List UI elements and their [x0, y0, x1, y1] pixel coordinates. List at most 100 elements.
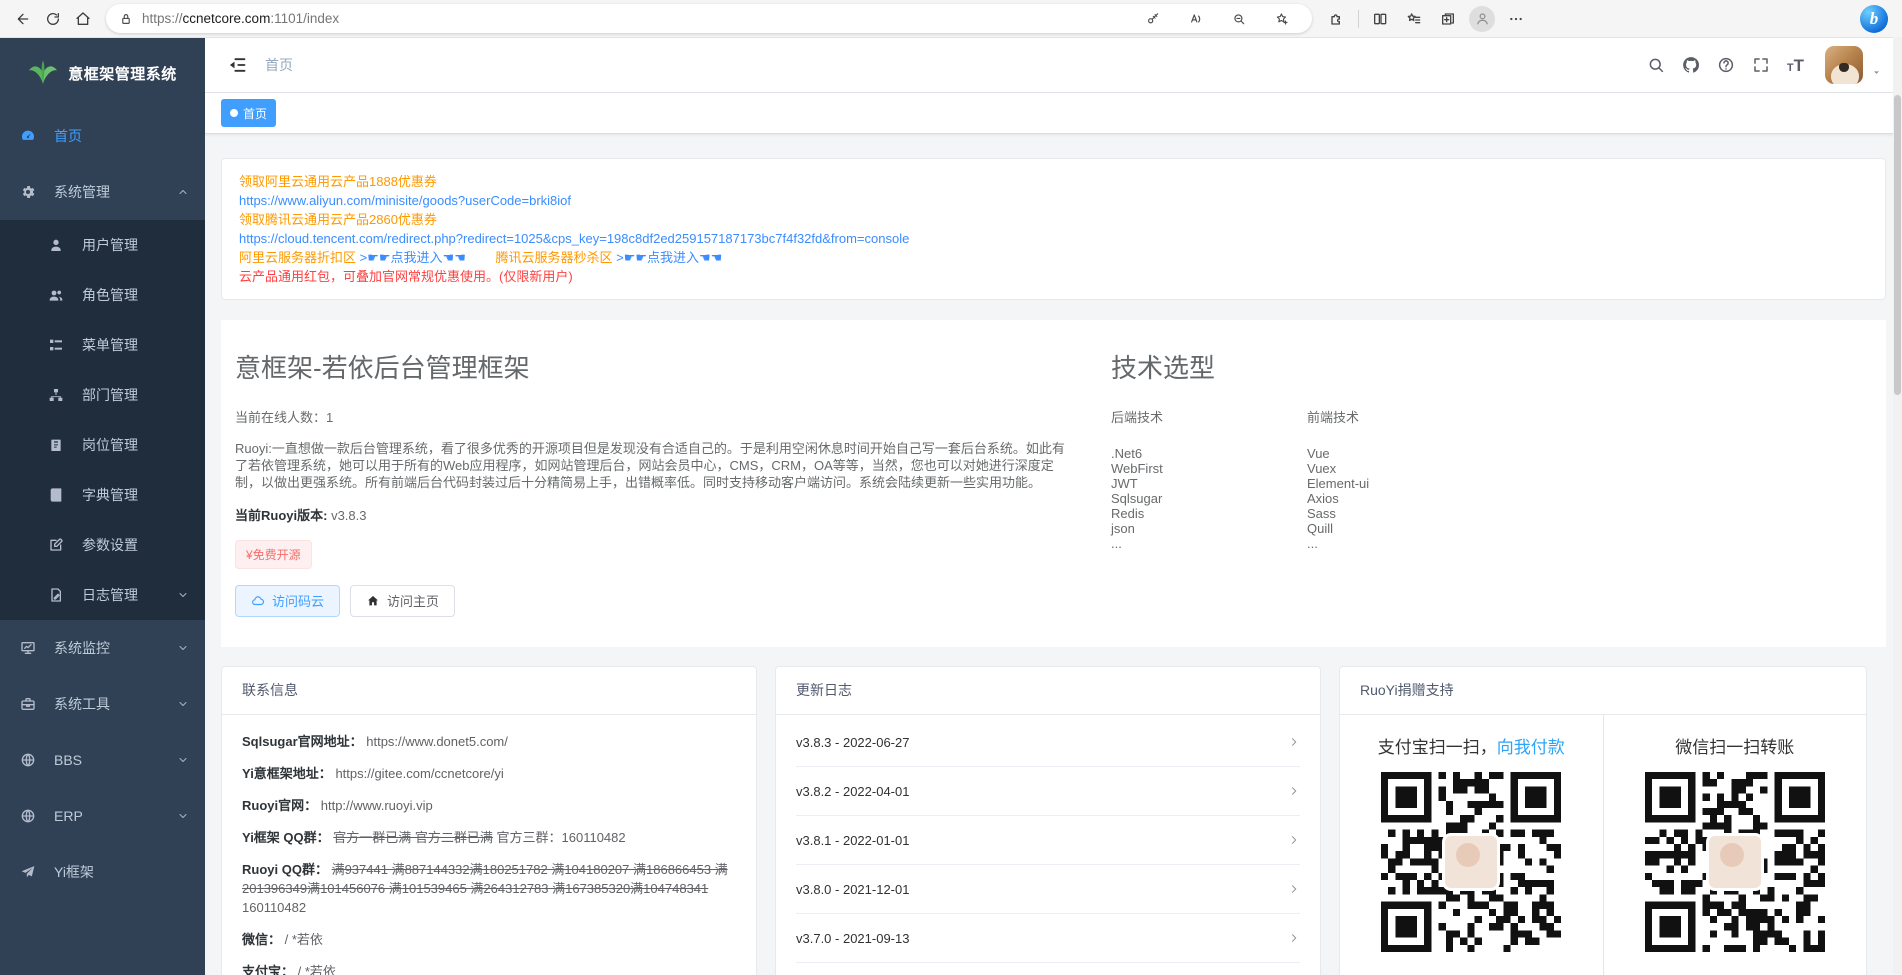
chevron-down-icon: [177, 642, 189, 654]
user-icon: [48, 237, 72, 253]
github-icon[interactable]: [1682, 56, 1700, 74]
contact-row: Yi框架 QQ群： 官方一群已满 官方二群已满 官方三群：160110482: [242, 828, 736, 847]
tab-home[interactable]: 首页: [221, 99, 276, 127]
chevron-down-icon: [177, 810, 189, 822]
backend-tech-column: 后端技术 .Net6 WebFirst JWT Sqlsugar Redis j…: [1111, 407, 1307, 551]
changelog-item[interactable]: v3.7.0 - 2021-09-13: [796, 914, 1300, 963]
sidebar-item-params[interactable]: 参数设置: [0, 520, 205, 570]
question-icon[interactable]: [1717, 56, 1735, 74]
sidebar-item-departments[interactable]: 部门管理: [0, 370, 205, 420]
sidebar-item-label: 用户管理: [82, 235, 138, 255]
chevron-down-icon: [177, 698, 189, 710]
zoom-out-icon[interactable]: [1225, 5, 1253, 33]
sidebar-item-erp[interactable]: ERP: [0, 788, 205, 844]
sidebar-item-system-admin[interactable]: 系统管理: [0, 164, 205, 220]
alipay-qr-code: [1381, 772, 1561, 952]
notice-link[interactable]: https://www.aliyun.com/minisite/goods?us…: [239, 191, 1868, 210]
sidebar-item-logs[interactable]: 日志管理: [0, 570, 205, 620]
lock-icon[interactable]: [119, 12, 133, 26]
sidebar-item-roles[interactable]: 角色管理: [0, 270, 205, 320]
monitor-icon: [20, 640, 44, 656]
sidebar-item-label: 字典管理: [82, 485, 138, 505]
sidebar-item-menus[interactable]: 菜单管理: [0, 320, 205, 370]
sidebar-fold-icon[interactable]: [227, 55, 247, 75]
app-logo[interactable]: 意框架管理系统: [0, 38, 205, 108]
enter-link[interactable]: >☛☛点我进入☚☚: [360, 250, 466, 265]
free-open-source-tag: ¥免费开源: [235, 540, 312, 569]
profile-icon: [1469, 6, 1495, 32]
user-avatar-menu[interactable]: [1825, 46, 1882, 84]
back-icon[interactable]: [8, 4, 38, 34]
add-favorite-icon[interactable]: [1268, 5, 1296, 33]
contact-row: Ruoyi QQ群： 满937441 满887144332满180251782 …: [242, 860, 736, 917]
notice-line: 阿里云服务器折扣区 >☛☛点我进入☚☚ 腾讯云服务器秒杀区 >☛☛点我进入☚☚: [239, 248, 1868, 267]
breadcrumb: 首页: [265, 55, 293, 75]
chevron-right-icon: [1288, 883, 1300, 895]
app-frame: 意框架管理系统 首页 系统管理 用户管理 角色管理: [0, 38, 1902, 975]
sidebar-item-dict[interactable]: 字典管理: [0, 470, 205, 520]
chevron-down-icon: [177, 589, 189, 601]
changelog-card-title: 更新日志: [776, 667, 1320, 715]
house-icon: [366, 594, 380, 608]
address-bar[interactable]: https://ccnetcore.com:1101/index: [106, 4, 1312, 33]
more-icon[interactable]: [1502, 5, 1530, 33]
page-scrollbar[interactable]: [1893, 37, 1902, 974]
alipay-caption: 支付宝扫一扫，向我付款: [1340, 733, 1603, 758]
browser-toolbar: https://ccnetcore.com:1101/index b: [0, 0, 1902, 38]
badge-icon: [48, 437, 72, 453]
split-screen-icon[interactable]: [1366, 5, 1394, 33]
leaf-icon: [28, 58, 58, 88]
favorites-icon[interactable]: [1400, 5, 1428, 33]
home-icon[interactable]: [68, 4, 98, 34]
frontend-tech-column: 前端技术 Vue Vuex Element-ui Axios Sass Quil…: [1307, 407, 1503, 551]
contact-card: 联系信息 Sqlsugar官网地址： https://www.donet5.co…: [221, 666, 757, 975]
enter-link[interactable]: >☛☛点我进入☚☚: [616, 250, 722, 265]
caret-down-icon: [1871, 67, 1882, 78]
notice-line: 领取腾讯云通用云产品2860优惠券: [239, 210, 1868, 229]
changelog-item[interactable]: v3.8.3 - 2022-06-27: [796, 718, 1300, 767]
notice-link[interactable]: https://cloud.tencent.com/redirect.php?r…: [239, 229, 1868, 248]
top-navbar: 首页 TT: [205, 38, 1902, 93]
sidebar-item-posts[interactable]: 岗位管理: [0, 420, 205, 470]
collections-icon[interactable]: [1434, 5, 1462, 33]
url-text[interactable]: https://ccnetcore.com:1101/index: [142, 11, 1127, 26]
avatar[interactable]: [1825, 46, 1863, 84]
visit-gitee-button[interactable]: 访问码云: [235, 585, 340, 617]
visit-homepage-button[interactable]: 访问主页: [350, 585, 455, 617]
chevron-right-icon: [1288, 834, 1300, 846]
extensions-icon[interactable]: [1323, 5, 1351, 33]
edit-icon: [48, 537, 72, 553]
browser-profile-button[interactable]: [1468, 5, 1496, 33]
changelog-item[interactable]: v3.8.1 - 2022-01-01: [796, 816, 1300, 865]
sidebar-item-label: 参数设置: [82, 535, 138, 555]
sidebar-submenu-system: 用户管理 角色管理 菜单管理 部门管理 岗位管理: [0, 220, 205, 620]
changelog-item[interactable]: v3.8.0 - 2021-12-01: [796, 865, 1300, 914]
pay-me-link[interactable]: 向我付款: [1497, 738, 1565, 757]
copilot-icon[interactable]: b: [1860, 5, 1888, 33]
backend-tech-list: .Net6 WebFirst JWT Sqlsugar Redis json .…: [1111, 446, 1307, 551]
online-count: 当前在线人数：1: [235, 407, 1065, 426]
changelog-item[interactable]: v3.8.2 - 2022-04-01: [796, 767, 1300, 816]
font-size-icon[interactable]: TT: [1787, 55, 1804, 76]
sidebar-item-label: 首页: [54, 126, 82, 146]
sidebar-item-label: 岗位管理: [82, 435, 138, 455]
refresh-icon[interactable]: [38, 4, 68, 34]
sidebar-item-monitor[interactable]: 系统监控: [0, 620, 205, 676]
sidebar-item-label: 日志管理: [82, 585, 138, 605]
sidebar-item-label: 系统管理: [54, 182, 110, 202]
sidebar-item-home[interactable]: 首页: [0, 108, 205, 164]
plane-icon: [20, 864, 44, 880]
scrollbar-thumb[interactable]: [1894, 95, 1901, 395]
sidebar-item-label: BBS: [54, 752, 82, 768]
sidebar-item-yi-framework[interactable]: Yi框架: [0, 844, 205, 900]
sidebar-item-tools[interactable]: 系统工具: [0, 676, 205, 732]
bottom-cards: 联系信息 Sqlsugar官网地址： https://www.donet5.co…: [221, 666, 1886, 975]
sidebar-item-bbs[interactable]: BBS: [0, 732, 205, 788]
key-icon[interactable]: [1139, 5, 1167, 33]
sidebar-item-users[interactable]: 用户管理: [0, 220, 205, 270]
notice-line: 云产品通用红包，可叠加官网常规优惠使用。(仅限新用户): [239, 267, 1868, 286]
read-aloud-icon[interactable]: [1182, 5, 1210, 33]
search-icon[interactable]: [1647, 56, 1665, 74]
sidebar-item-label: 菜单管理: [82, 335, 138, 355]
fullscreen-icon[interactable]: [1752, 56, 1770, 74]
